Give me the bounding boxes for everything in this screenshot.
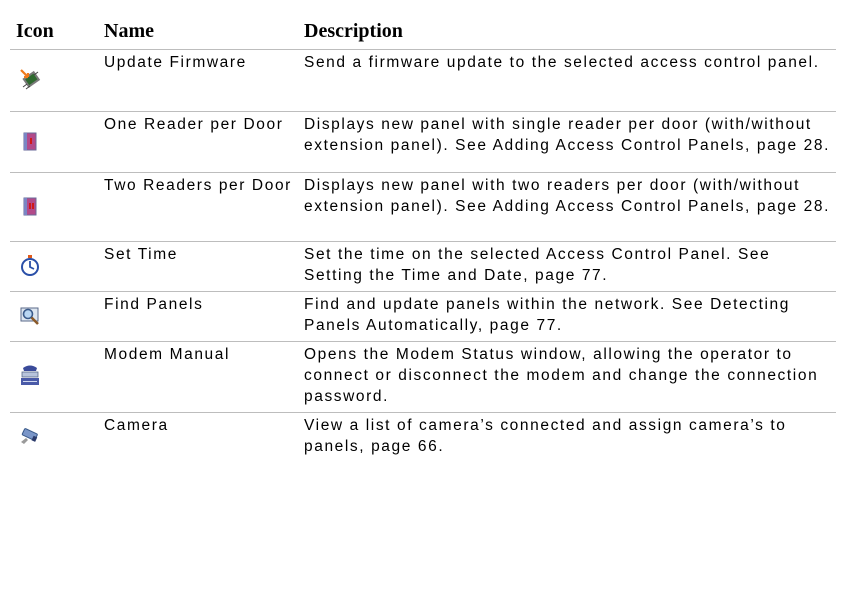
one-reader-per-door-icon [23, 132, 37, 150]
modem-manual-icon [21, 365, 39, 385]
two-readers-per-door-icon [23, 197, 37, 215]
icon-cell [10, 49, 98, 112]
table-row: One Reader per Door Displays new panel w… [10, 111, 836, 173]
icon-cell [10, 111, 98, 173]
column-header-description: Description [298, 10, 836, 50]
column-header-name: Name [98, 10, 298, 50]
row-description: Opens the Modem Status window, allowing … [298, 341, 836, 413]
camera-icon [21, 428, 38, 445]
row-name: One Reader per Door [98, 111, 298, 173]
row-description: Set the time on the selected Access Cont… [298, 241, 836, 292]
row-description: Send a firmware update to the selected a… [298, 49, 836, 112]
table-row: Update Firmware Send a firmware update t… [10, 49, 836, 112]
row-description: Find and update panels within the networ… [298, 291, 836, 342]
table-row: Set Time Set the time on the selected Ac… [10, 241, 836, 292]
row-name: Set Time [98, 241, 298, 292]
table-row: Camera View a list of camera’s connected… [10, 413, 836, 463]
find-panels-icon [20, 307, 39, 325]
row-description: Displays new panel with single reader pe… [298, 111, 836, 173]
toolbar-icons-table: Icon Name Description Update Firmware Se… [10, 10, 836, 463]
icon-cell [10, 413, 98, 463]
table-row: Find Panels Find and update panels withi… [10, 291, 836, 342]
row-name: Camera [104, 417, 169, 434]
table-row: Two Readers per Door Displays new panel … [10, 172, 836, 242]
row-name: Update Firmware [98, 49, 298, 112]
row-name: Modem Manual [98, 341, 298, 413]
update-firmware-icon [20, 69, 41, 90]
icon-cell [10, 241, 98, 292]
column-header-icon: Icon [10, 10, 98, 50]
icon-cell [10, 291, 98, 342]
row-description: Displays new panel with two readers per … [298, 172, 836, 242]
row-description: View a list of camera’s connected and as… [304, 417, 787, 455]
set-time-icon [21, 255, 39, 276]
icon-cell [10, 172, 98, 242]
table-row: Modem Manual Opens the Modem Status wind… [10, 341, 836, 413]
table-header-row: Icon Name Description [10, 10, 836, 50]
row-name: Find Panels [98, 291, 298, 342]
icon-cell [10, 341, 98, 413]
row-name: Two Readers per Door [98, 172, 298, 242]
